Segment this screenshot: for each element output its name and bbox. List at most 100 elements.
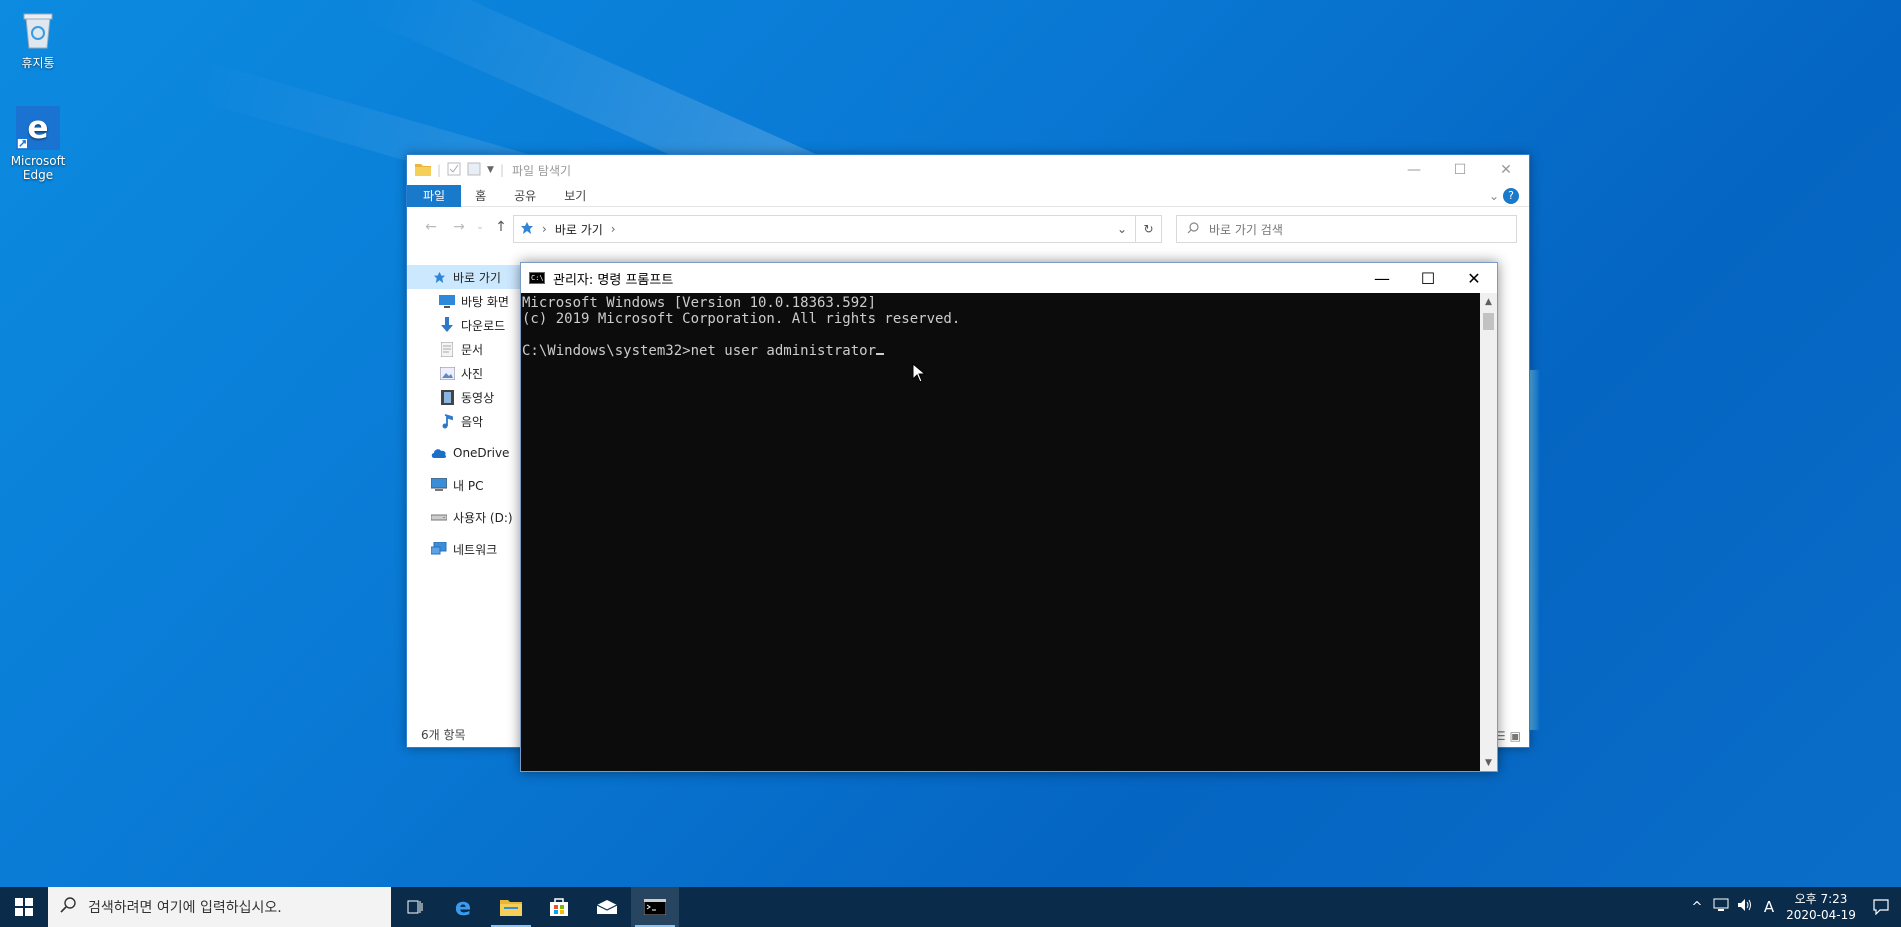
console-input-line[interactable]: C:\Windows\system32>net user administrat… (522, 343, 1479, 359)
nav-label: 문서 (461, 342, 484, 357)
pin-icon (520, 221, 534, 238)
desktop-icon-recycle-bin[interactable]: 휴지통 (0, 8, 76, 70)
console-icon: C:\ (529, 272, 545, 284)
desktop-icon (439, 293, 455, 309)
nav-label: OneDrive (453, 446, 510, 460)
console-icon (644, 899, 666, 915)
status-item-count: 6개 항목 (421, 728, 466, 742)
desktop-icon-label: 휴지통 (21, 56, 55, 70)
quick-access-toolbar: | ▼ | (415, 162, 504, 179)
taskbar-edge[interactable]: e (439, 887, 487, 927)
drive-icon (431, 509, 447, 525)
forward-arrow-icon[interactable]: → (445, 219, 473, 235)
view-toggle-group: ☰ ▣ (1495, 729, 1521, 743)
task-view-button[interactable] (391, 887, 439, 927)
nav-item-network[interactable]: 네트워크 (407, 537, 527, 561)
desktop-icon-edge[interactable]: e Microsoft Edge (0, 106, 76, 182)
command-prompt-window[interactable]: C:\ 관리자: 명령 프롬프트 — ☐ ✕ Microsoft Windows… (520, 262, 1498, 772)
refresh-icon[interactable]: ↻ (1136, 215, 1162, 243)
console-output[interactable]: Microsoft Windows [Version 10.0.18363.59… (521, 293, 1480, 771)
nav-item-drive-d[interactable]: 사용자 (D:) (407, 505, 527, 529)
nav-item-onedrive[interactable]: OneDrive (407, 441, 527, 465)
tab-home[interactable]: 홈 (461, 185, 500, 207)
mail-icon (596, 900, 618, 914)
nav-item-quick-access[interactable]: 바로 가기 (407, 265, 527, 289)
back-arrow-icon[interactable]: ← (417, 219, 445, 235)
clock-date: 2020-04-19 (1786, 908, 1856, 922)
search-placeholder: 바로 가기 검색 (1209, 222, 1283, 237)
desktop-icon-label: Microsoft Edge (10, 154, 66, 182)
maximize-icon[interactable]: ☐ (1437, 155, 1483, 185)
nav-item-desktop[interactable]: 바탕 화면 (407, 289, 527, 313)
nav-item-music[interactable]: 음악 (407, 409, 527, 433)
taskbar-store[interactable] (535, 887, 583, 927)
network-icon[interactable] (1709, 898, 1733, 916)
mouse-pointer-icon (912, 362, 927, 386)
nav-item-documents[interactable]: 문서 (407, 337, 527, 361)
music-icon (439, 413, 455, 429)
clock[interactable]: 오후 7:23 2020-04-19 (1781, 891, 1861, 923)
windows-logo-icon (15, 898, 33, 916)
dropdown-icon[interactable]: ▼ (487, 165, 494, 175)
task-view-icon (407, 900, 423, 914)
taskbar: 검색하려면 여기에 입력하십시오. e ^ A 오후 7:23 2020-04-… (0, 887, 1901, 927)
nav-label: 네트워크 (453, 542, 498, 557)
taskbar-mail[interactable] (583, 887, 631, 927)
edge-icon: e (454, 893, 472, 921)
nav-item-pictures[interactable]: 사진 (407, 361, 527, 385)
large-icons-view-icon[interactable]: ▣ (1510, 729, 1521, 743)
console-line: (c) 2019 Microsoft Corporation. All righ… (522, 311, 961, 327)
address-dropdown-icon[interactable]: ⌄ (1117, 222, 1127, 236)
scroll-down-icon[interactable]: ▼ (1480, 754, 1497, 771)
explorer-titlebar[interactable]: | ▼ | 파일 탐색기 — ☐ ✕ (407, 155, 1529, 185)
nav-label: 사용자 (D:) (453, 510, 513, 525)
explorer-search-input[interactable]: 바로 가기 검색 (1176, 215, 1517, 243)
action-center-icon[interactable] (1861, 899, 1901, 915)
taskbar-command-prompt[interactable] (631, 887, 679, 927)
minimize-icon[interactable]: — (1391, 155, 1437, 185)
pc-icon (431, 477, 447, 493)
nav-label: 사진 (461, 366, 484, 381)
volume-icon[interactable] (1733, 898, 1757, 916)
maximize-icon[interactable]: ☐ (1405, 263, 1451, 293)
taskbar-file-explorer[interactable] (487, 887, 535, 927)
tab-file[interactable]: 파일 (407, 184, 462, 207)
close-icon[interactable]: ✕ (1451, 263, 1497, 293)
vertical-scrollbar[interactable]: ▲ ▼ (1480, 293, 1497, 771)
address-bar[interactable]: › 바로 가기 › ⌄ (513, 215, 1136, 243)
close-icon[interactable]: ✕ (1483, 155, 1529, 185)
scrollbar-thumb[interactable] (1483, 313, 1494, 330)
ribbon-tabs: 파일 홈 공유 보기 ⌄ ? (407, 184, 1529, 207)
properties-icon[interactable] (447, 162, 461, 179)
recent-dropdown-icon[interactable]: ⌄ (473, 222, 487, 232)
breadcrumb-item[interactable]: 바로 가기 (555, 221, 603, 238)
nav-label: 바탕 화면 (461, 294, 509, 309)
tab-share[interactable]: 공유 (500, 185, 550, 207)
text-cursor (876, 353, 885, 355)
recycle-bin-icon (16, 8, 60, 52)
pictures-icon (439, 365, 455, 381)
separator: | (437, 163, 442, 177)
nav-item-videos[interactable]: 동영상 (407, 385, 527, 409)
up-arrow-icon[interactable]: ↑ (487, 219, 515, 235)
search-icon (1187, 221, 1199, 237)
chevron-down-icon[interactable]: ⌄ (1489, 185, 1499, 207)
help-icon[interactable]: ? (1503, 188, 1519, 204)
tab-view[interactable]: 보기 (550, 185, 600, 207)
new-folder-icon[interactable] (467, 162, 481, 179)
chevron-up-icon[interactable]: ^ (1685, 900, 1709, 915)
scroll-up-icon[interactable]: ▲ (1480, 293, 1497, 310)
start-button[interactable] (0, 887, 48, 927)
cmd-titlebar[interactable]: C:\ 관리자: 명령 프롬프트 — ☐ ✕ (521, 263, 1497, 293)
system-tray: ^ A 오후 7:23 2020-04-19 (1685, 887, 1901, 927)
nav-label: 바로 가기 (453, 270, 501, 285)
nav-item-this-pc[interactable]: 내 PC (407, 473, 527, 497)
folder-icon[interactable] (415, 162, 431, 179)
breadcrumb-separator: › (610, 222, 616, 236)
nav-item-downloads[interactable]: 다운로드 (407, 313, 527, 337)
minimize-icon[interactable]: — (1359, 263, 1405, 293)
ime-indicator[interactable]: A (1757, 898, 1781, 916)
taskbar-search-box[interactable]: 검색하려면 여기에 입력하십시오. (48, 887, 391, 927)
cloud-icon (431, 445, 447, 461)
